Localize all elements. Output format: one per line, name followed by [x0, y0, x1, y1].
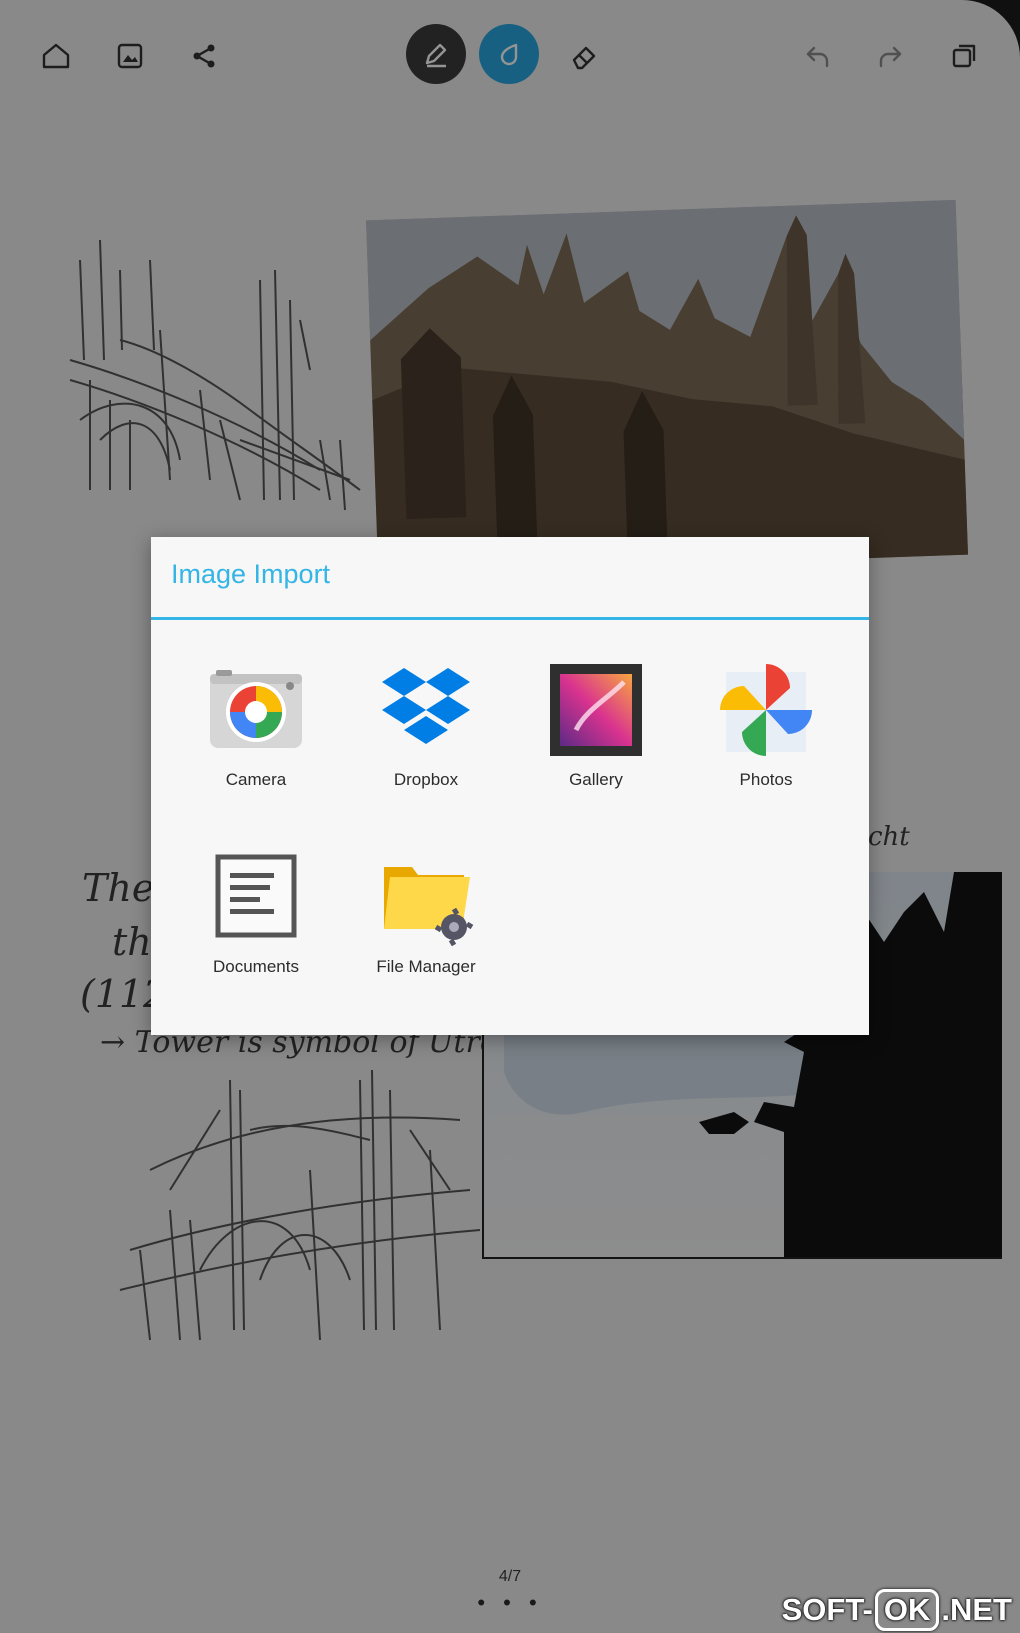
- app-label: Camera: [225, 770, 287, 789]
- app-label: Photos: [739, 770, 793, 789]
- camera-icon: [206, 660, 306, 760]
- app-file-manager[interactable]: File Manager: [351, 847, 501, 997]
- watermark: SOFT- OK .NET: [781, 1589, 1012, 1631]
- app-dropbox[interactable]: Dropbox: [351, 660, 501, 810]
- app-gallery[interactable]: Gallery: [521, 660, 671, 810]
- app-label: Dropbox: [393, 770, 459, 789]
- app-camera[interactable]: Camera: [181, 660, 331, 810]
- image-import-dialog: Image Import Camera Dropbox Gallery Phot…: [151, 537, 869, 1035]
- app-label: File Manager: [376, 957, 476, 976]
- dialog-title: Image Import: [171, 559, 331, 589]
- photos-icon: [716, 660, 816, 760]
- app-label: Gallery: [569, 770, 623, 789]
- watermark-text: SOFT-: [781, 1592, 873, 1627]
- app-label: Documents: [213, 957, 299, 976]
- app-documents[interactable]: Documents: [181, 847, 331, 997]
- watermark-text: OK: [874, 1589, 940, 1631]
- app-photos[interactable]: Photos: [691, 660, 841, 810]
- documents-icon: [206, 847, 306, 947]
- file-manager-icon: [376, 847, 476, 947]
- watermark-text: .NET: [941, 1592, 1012, 1627]
- dropbox-icon: [376, 660, 476, 760]
- gallery-icon: [546, 660, 646, 760]
- dialog-divider: [151, 617, 869, 620]
